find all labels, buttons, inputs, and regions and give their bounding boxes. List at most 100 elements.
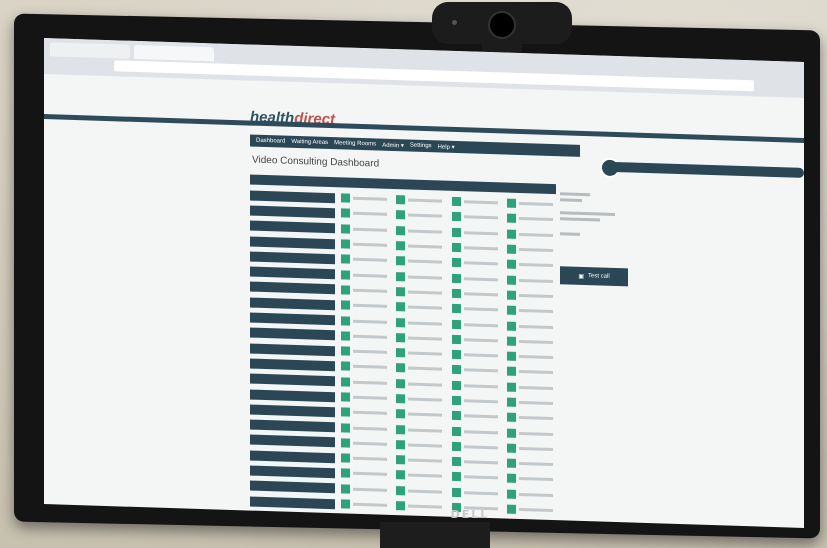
waiting-area-button[interactable] <box>250 251 336 265</box>
status-badge[interactable] <box>506 214 516 224</box>
status-badge[interactable] <box>451 349 461 360</box>
status-badge[interactable] <box>451 365 461 375</box>
status-badge[interactable] <box>341 285 351 295</box>
status-badge[interactable] <box>396 470 406 480</box>
status-badge[interactable] <box>451 242 461 253</box>
status-badge[interactable] <box>396 440 406 450</box>
status-badge[interactable] <box>396 501 406 511</box>
waiting-area-button[interactable] <box>250 327 336 341</box>
status-badge[interactable] <box>341 300 351 310</box>
status-badge[interactable] <box>451 411 461 421</box>
status-badge[interactable] <box>451 457 461 467</box>
status-badge[interactable] <box>451 380 461 390</box>
status-badge[interactable] <box>396 378 406 389</box>
status-badge[interactable] <box>341 346 351 356</box>
status-badge[interactable] <box>506 443 516 453</box>
status-badge[interactable] <box>506 229 516 239</box>
status-badge[interactable] <box>451 426 461 436</box>
status-badge[interactable] <box>506 275 516 285</box>
status-badge[interactable] <box>396 195 406 205</box>
waiting-area-button[interactable] <box>250 281 336 295</box>
status-badge[interactable] <box>396 485 406 496</box>
address-bar[interactable] <box>114 60 754 92</box>
status-badge[interactable] <box>396 225 406 236</box>
status-badge[interactable] <box>396 210 406 220</box>
browser-tab[interactable] <box>134 44 214 62</box>
waiting-area-button[interactable] <box>250 373 336 387</box>
status-badge[interactable] <box>341 484 351 494</box>
waiting-area-button[interactable] <box>250 343 336 356</box>
status-badge[interactable] <box>506 474 516 484</box>
status-badge[interactable] <box>506 412 516 423</box>
waiting-area-button[interactable] <box>250 205 336 219</box>
status-badge[interactable] <box>451 273 461 283</box>
status-badge[interactable] <box>506 489 516 499</box>
status-badge[interactable] <box>451 334 461 344</box>
status-badge[interactable] <box>396 287 406 297</box>
status-badge[interactable] <box>341 422 351 433</box>
status-badge[interactable] <box>506 428 516 438</box>
status-badge[interactable] <box>341 254 351 265</box>
status-badge[interactable] <box>506 397 516 407</box>
test-call-button[interactable]: ▣ Test call <box>560 266 628 287</box>
status-badge[interactable] <box>451 304 461 314</box>
status-badge[interactable] <box>451 212 461 222</box>
status-badge[interactable] <box>341 270 351 280</box>
status-badge[interactable] <box>341 438 351 448</box>
waiting-area-button[interactable] <box>250 190 336 203</box>
waiting-area-button[interactable] <box>250 465 336 479</box>
status-badge[interactable] <box>396 241 406 251</box>
waiting-area-button[interactable] <box>250 404 336 418</box>
status-badge[interactable] <box>506 290 516 300</box>
status-badge[interactable] <box>506 458 516 469</box>
waiting-area-button[interactable] <box>250 480 336 494</box>
status-badge[interactable] <box>506 367 516 377</box>
waiting-area-button[interactable] <box>250 266 336 280</box>
waiting-area-button[interactable] <box>250 450 336 463</box>
status-badge[interactable] <box>506 259 516 270</box>
status-badge[interactable] <box>506 504 516 514</box>
waiting-area-button[interactable] <box>250 236 336 249</box>
status-badge[interactable] <box>341 377 351 387</box>
status-badge[interactable] <box>341 361 351 372</box>
status-badge[interactable] <box>506 382 516 392</box>
waiting-area-button[interactable] <box>250 312 336 326</box>
status-badge[interactable] <box>396 332 406 343</box>
status-badge[interactable] <box>396 455 406 465</box>
status-badge[interactable] <box>396 256 406 266</box>
nav-settings[interactable]: Settings <box>410 143 432 150</box>
waiting-area-button[interactable] <box>250 434 336 448</box>
status-badge[interactable] <box>451 258 461 268</box>
status-badge[interactable] <box>451 319 461 329</box>
nav-admin[interactable]: Admin ▾ <box>382 141 404 149</box>
nav-meeting-rooms[interactable]: Meeting Rooms <box>334 140 376 147</box>
waiting-area-button[interactable] <box>250 496 336 509</box>
search-input[interactable] <box>604 161 804 178</box>
status-badge[interactable] <box>396 317 406 327</box>
status-badge[interactable] <box>451 395 461 406</box>
status-badge[interactable] <box>341 315 351 326</box>
waiting-area-button[interactable] <box>250 389 336 402</box>
status-badge[interactable] <box>506 305 516 316</box>
status-badge[interactable] <box>506 351 516 361</box>
waiting-area-button[interactable] <box>250 419 336 433</box>
status-badge[interactable] <box>506 336 516 346</box>
status-badge[interactable] <box>341 224 351 234</box>
status-badge[interactable] <box>341 499 351 509</box>
status-badge[interactable] <box>451 441 461 452</box>
waiting-area-button[interactable] <box>250 358 336 372</box>
nav-waiting-areas[interactable]: Waiting Areas <box>291 139 328 146</box>
waiting-area-button[interactable] <box>250 220 336 234</box>
status-badge[interactable] <box>341 331 351 341</box>
status-badge[interactable] <box>396 302 406 312</box>
status-badge[interactable] <box>341 392 351 402</box>
status-badge[interactable] <box>341 193 351 203</box>
status-badge[interactable] <box>451 472 461 482</box>
nav-help[interactable]: Help ▾ <box>438 143 455 151</box>
status-badge[interactable] <box>451 288 461 299</box>
status-badge[interactable] <box>396 271 406 282</box>
status-badge[interactable] <box>396 348 406 358</box>
status-badge[interactable] <box>506 198 516 209</box>
status-badge[interactable] <box>396 409 406 419</box>
status-badge[interactable] <box>341 468 351 479</box>
